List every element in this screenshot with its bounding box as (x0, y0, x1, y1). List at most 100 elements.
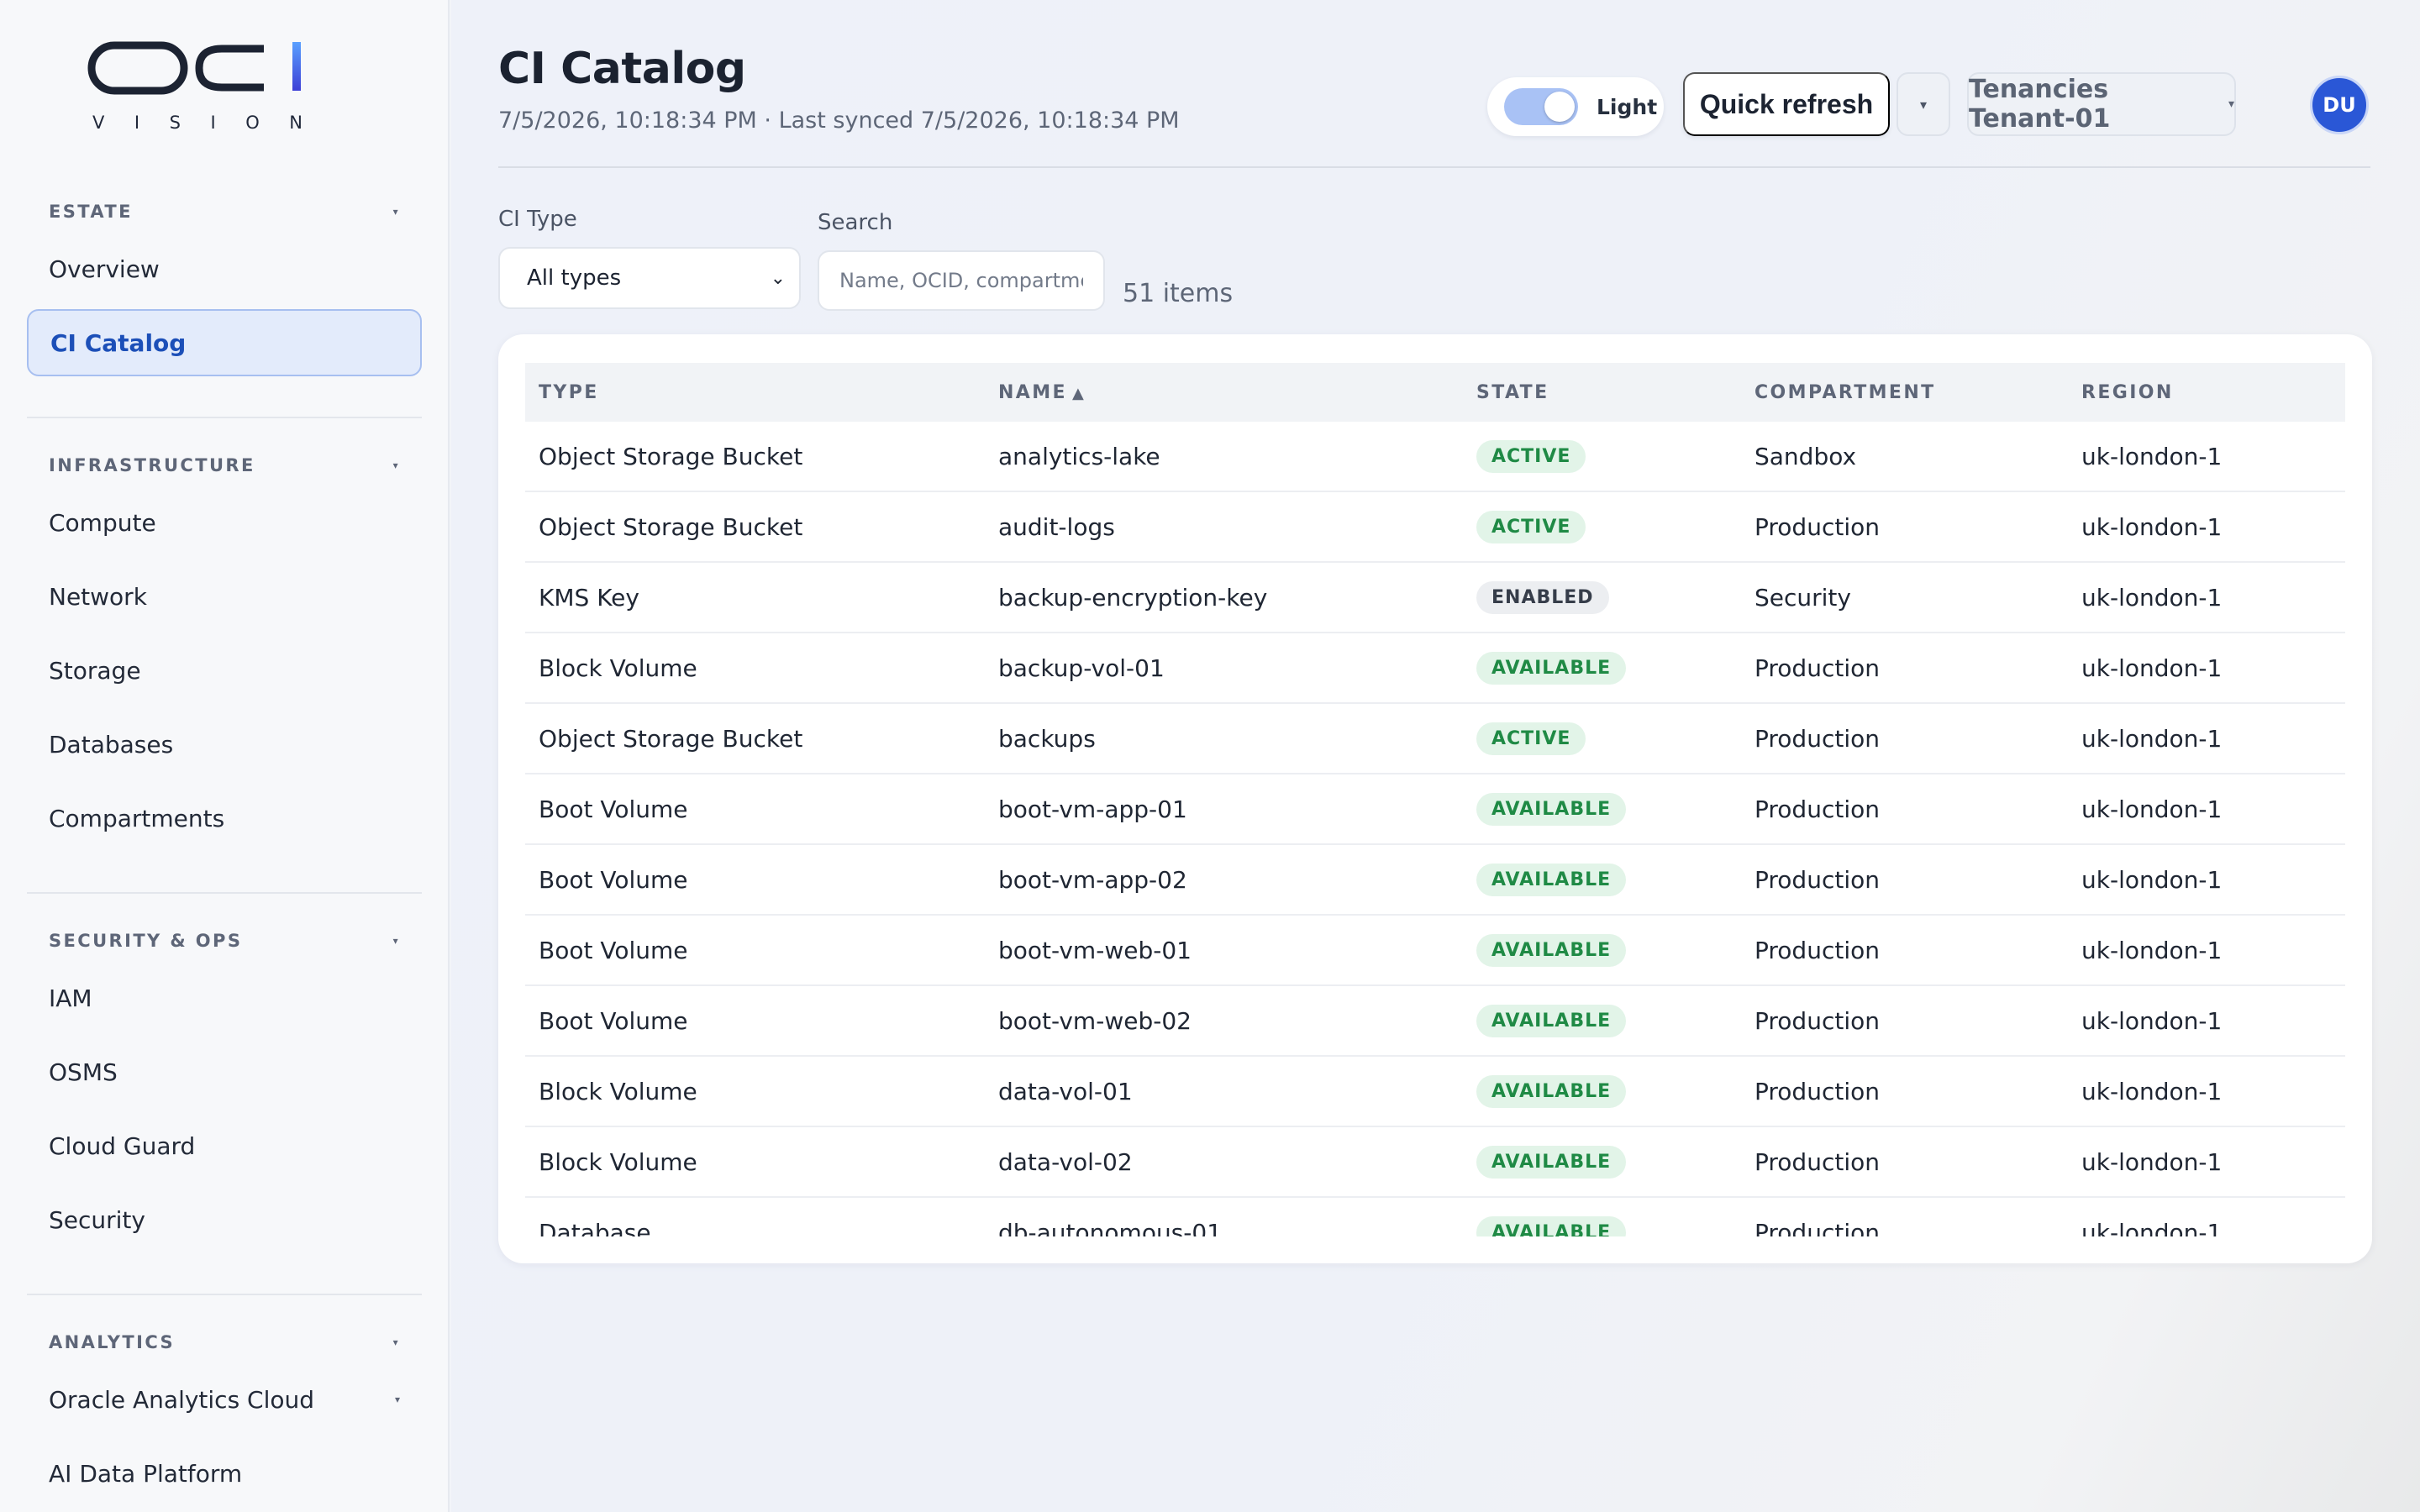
caret-down-icon: ▾ (392, 459, 400, 471)
column-header-label: NAME (998, 381, 1067, 403)
logo-letter: I (210, 113, 218, 133)
search-input[interactable] (818, 250, 1105, 311)
cell-region: uk-london-1 (2081, 1006, 2223, 1035)
cell-type: Object Storage Bucket (539, 442, 803, 470)
column-header-compartment[interactable]: COMPARTMENT (1741, 382, 2068, 403)
cell-compartment: Production (1754, 795, 1880, 823)
status-badge: AVAILABLE (1476, 933, 1627, 967)
column-header-name[interactable]: NAME ▲ (985, 382, 1463, 403)
table-row[interactable]: Boot Volume boot-vm-web-01 AVAILABLE Pro… (525, 916, 2345, 986)
sidebar-item-label: IAM (49, 984, 92, 1012)
sidebar-item-storage[interactable]: Storage (27, 637, 422, 704)
logo-mark (87, 41, 301, 95)
cell-type: Boot Volume (539, 936, 688, 964)
cell-state: AVAILABLE (1463, 863, 1741, 896)
nav-section-header-infrastructure[interactable]: INFRASTRUCTURE ▾ (27, 449, 422, 482)
ci-type-select[interactable]: All types ⌄ (498, 247, 801, 309)
cell-name: boot-vm-app-01 (998, 795, 1187, 823)
quick-refresh-button[interactable]: Quick refresh (1683, 72, 1890, 136)
table-row[interactable]: Object Storage Bucket analytics-lake ACT… (525, 422, 2345, 492)
cell-type: Boot Volume (539, 795, 688, 823)
column-header-region[interactable]: REGION (2068, 382, 2345, 403)
table-row[interactable]: Database db-autonomous-01 AVAILABLE Prod… (525, 1198, 2345, 1236)
toggle-knob (1544, 92, 1575, 122)
cell-compartment: Production (1754, 512, 1880, 541)
nav-divider (27, 892, 422, 894)
nav-section-title: ESTATE (49, 202, 133, 222)
sidebar-item-security[interactable]: Security (27, 1186, 422, 1253)
nav-section-title: ANALYTICS (49, 1332, 176, 1352)
cell-compartment: Sandbox (1754, 442, 1857, 470)
caret-down-icon: ▾ (392, 206, 400, 218)
cell-state: ACTIVE (1463, 510, 1741, 543)
refresh-options-button[interactable]: ▾ (1897, 72, 1950, 136)
cell-compartment: Production (1754, 1218, 1880, 1237)
sidebar-item-osms[interactable]: OSMS (27, 1038, 422, 1105)
table-row[interactable]: KMS Key backup-encryption-key ENABLED Se… (525, 563, 2345, 633)
sidebar-item-compartments[interactable]: Compartments (27, 785, 422, 852)
table-row[interactable]: Boot Volume boot-vm-web-02 AVAILABLE Pro… (525, 986, 2345, 1057)
sidebar-item-label: Oracle Analytics Cloud (49, 1385, 315, 1414)
table-row[interactable]: Boot Volume boot-vm-app-02 AVAILABLE Pro… (525, 845, 2345, 916)
chevron-down-icon: ⌄ (770, 267, 786, 289)
cell-compartment: Production (1754, 1077, 1880, 1105)
caret-down-icon: ▾ (2228, 97, 2234, 111)
caret-down-icon: ▾ (392, 1336, 400, 1348)
table-row[interactable]: Object Storage Bucket backups ACTIVE Pro… (525, 704, 2345, 774)
nav-section-header-analytics[interactable]: ANALYTICS ▾ (27, 1326, 422, 1359)
table-row[interactable]: Block Volume backup-vol-01 AVAILABLE Pro… (525, 633, 2345, 704)
logo-letter: S (169, 113, 182, 133)
ci-table[interactable]: TYPE NAME ▲ STATE COMPARTMENT REGION Obje… (525, 363, 2345, 1236)
theme-toggle[interactable]: Light (1487, 77, 1664, 136)
nav-section-security-ops: SECURITY & OPS ▾ IAM OSMS Cloud Guard Se… (27, 924, 422, 1253)
sidebar-item-label: Databases (49, 730, 174, 759)
status-badge: AVAILABLE (1476, 651, 1627, 685)
cell-type: Block Volume (539, 654, 697, 682)
nav-section-analytics: ANALYTICS ▾ Oracle Analytics Cloud ▾ AI … (27, 1326, 422, 1507)
sidebar-item-compute[interactable]: Compute (27, 489, 422, 556)
sidebar-item-databases[interactable]: Databases (27, 711, 422, 778)
cell-compartment: Production (1754, 1006, 1880, 1035)
cell-region: uk-london-1 (2081, 654, 2223, 682)
sidebar-item-oracle-analytics-cloud[interactable]: Oracle Analytics Cloud ▾ (27, 1366, 422, 1433)
logo-subtitle: V I S I O N (87, 113, 308, 133)
oci-vision-logo[interactable]: V I S I O N (87, 39, 308, 133)
toggle-switch[interactable] (1504, 88, 1578, 125)
column-header-type[interactable]: TYPE (525, 382, 985, 403)
cell-name: backups (998, 724, 1096, 753)
cell-state: ACTIVE (1463, 439, 1741, 473)
status-badge: AVAILABLE (1476, 1004, 1627, 1037)
logo-letter: V (92, 113, 107, 133)
status-badge: AVAILABLE (1476, 792, 1627, 826)
sidebar-item-ci-catalog[interactable]: CI Catalog (27, 309, 422, 376)
nav-section-header-security-ops[interactable]: SECURITY & OPS ▾ (27, 924, 422, 958)
column-header-state[interactable]: STATE (1463, 382, 1741, 403)
table-row[interactable]: Boot Volume boot-vm-app-01 AVAILABLE Pro… (525, 774, 2345, 845)
cell-type: Boot Volume (539, 865, 688, 894)
user-avatar[interactable]: DU (2310, 76, 2369, 134)
cell-state: ENABLED (1463, 580, 1741, 614)
cell-type: Block Volume (539, 1147, 697, 1176)
table-row[interactable]: Block Volume data-vol-02 AVAILABLE Produ… (525, 1127, 2345, 1198)
cell-name: boot-vm-web-01 (998, 936, 1192, 964)
cell-state: AVAILABLE (1463, 1145, 1741, 1179)
sidebar-item-label: Storage (49, 656, 141, 685)
table-row[interactable]: Block Volume data-vol-01 AVAILABLE Produ… (525, 1057, 2345, 1127)
status-badge: ACTIVE (1476, 510, 1586, 543)
cell-type: Boot Volume (539, 1006, 688, 1035)
cell-state: AVAILABLE (1463, 792, 1741, 826)
nav-section-header-estate[interactable]: ESTATE ▾ (27, 195, 422, 228)
item-count: 51 items (1123, 279, 1234, 308)
sidebar-item-ai-data-platform[interactable]: AI Data Platform (27, 1440, 422, 1507)
sidebar-item-label: AI Data Platform (49, 1459, 243, 1488)
tenancy-selector[interactable]: Tenancies Tenant-01 ▾ (1967, 72, 2236, 136)
ci-table-card: TYPE NAME ▲ STATE COMPARTMENT REGION Obje… (498, 334, 2372, 1263)
sidebar-item-iam[interactable]: IAM (27, 964, 422, 1032)
sidebar-item-cloud-guard[interactable]: Cloud Guard (27, 1112, 422, 1179)
cell-compartment: Production (1754, 654, 1880, 682)
sidebar-item-overview[interactable]: Overview (27, 235, 422, 302)
cell-type: Database (539, 1218, 651, 1237)
cell-name: analytics-lake (998, 442, 1160, 470)
sidebar-item-network[interactable]: Network (27, 563, 422, 630)
table-row[interactable]: Object Storage Bucket audit-logs ACTIVE … (525, 492, 2345, 563)
